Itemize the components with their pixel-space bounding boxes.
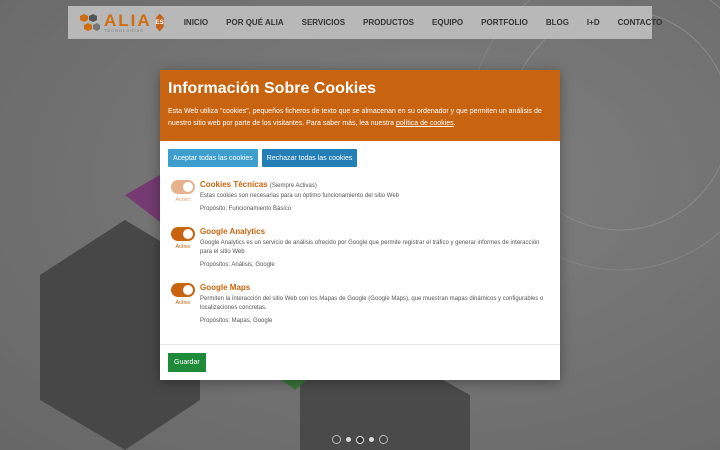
site-header: ALIA TECNOLOGÍAS ES INICIO POR QUÉ ALIA … bbox=[68, 6, 662, 39]
dialog-title: Información Sobre Cookies bbox=[168, 80, 377, 97]
brand-logo[interactable]: ALIA TECNOLOGÍAS bbox=[78, 12, 152, 34]
brand-tagline: TECNOLOGÍAS bbox=[104, 28, 144, 33]
technical-title: Cookies Técnicas bbox=[200, 180, 268, 189]
nav-blog[interactable]: BLOG bbox=[546, 18, 569, 27]
technical-cookies-toggle[interactable] bbox=[171, 180, 195, 194]
analytics-description: Google Analytics es un servicio de análi… bbox=[200, 240, 540, 255]
google-maps-toggle[interactable] bbox=[171, 283, 195, 297]
nav-contacto[interactable]: CONTACTO bbox=[618, 18, 663, 27]
analytics-purpose: Propósitos: Análisis, Google bbox=[200, 262, 275, 268]
slider-dot[interactable] bbox=[346, 437, 351, 442]
maps-description: Permiten la interacción del sitio Web co… bbox=[200, 296, 544, 311]
consent-actions: Aceptar todas las cookies Rechazar todas… bbox=[160, 141, 560, 167]
nav-productos[interactable]: PRODUCTOS bbox=[363, 18, 414, 27]
google-analytics-toggle[interactable] bbox=[171, 227, 195, 241]
nav-equipo[interactable]: EQUIPO bbox=[432, 18, 463, 27]
technical-description: Estas cookies son necesarias para un ópt… bbox=[200, 193, 399, 199]
logo-hexagons-icon bbox=[80, 13, 100, 31]
cookie-item-google-maps: Activo Google Maps Permiten la interacci… bbox=[160, 283, 560, 324]
accept-all-button[interactable]: Aceptar todas las cookies bbox=[168, 149, 258, 167]
brand-name: ALIA bbox=[104, 11, 152, 30]
cookie-item-technical: Activo Cookies Técnicas (Siempre Activas… bbox=[160, 180, 560, 212]
language-selector[interactable]: ES bbox=[155, 13, 164, 32]
dialog-description: Esta Web utiliza "cookies", pequeños fic… bbox=[168, 106, 552, 130]
nav-servicios[interactable]: SERVICIOS bbox=[302, 18, 345, 27]
description-end: . bbox=[453, 120, 456, 127]
slider-prev-arrow-icon[interactable] bbox=[332, 435, 341, 444]
maps-status: Activo bbox=[175, 300, 191, 306]
maps-title: Google Maps bbox=[200, 283, 251, 292]
cookie-consent-dialog: Información Sobre Cookies Esta Web utili… bbox=[160, 70, 560, 380]
slider-next-arrow-icon[interactable] bbox=[379, 435, 388, 444]
nav-i-d[interactable]: I+D bbox=[587, 18, 600, 27]
reject-all-button[interactable]: Rechazar todas las cookies bbox=[261, 149, 358, 167]
maps-purpose: Propósitos: Mapas, Google bbox=[200, 318, 273, 324]
analytics-status: Activo bbox=[175, 244, 191, 250]
nav-inicio[interactable]: INICIO bbox=[184, 18, 208, 27]
analytics-title: Google Analytics bbox=[200, 227, 266, 236]
dialog-divider bbox=[160, 344, 560, 345]
slider-pagination bbox=[332, 435, 388, 444]
technical-note: (Siempre Activas) bbox=[269, 183, 317, 189]
description-text: Esta Web utiliza "cookies", pequeños fic… bbox=[168, 108, 542, 127]
cookie-item-google-analytics: Activo Google Analytics Google Analytics… bbox=[160, 227, 560, 268]
dialog-header: Información Sobre Cookies Esta Web utili… bbox=[160, 70, 560, 141]
technical-status: Activo bbox=[175, 197, 191, 203]
technical-purpose: Propósito: Funcionamiento Básico bbox=[200, 206, 292, 212]
slider-dot-active[interactable] bbox=[356, 435, 364, 444]
nav-portfolio[interactable]: PORTFOLIO bbox=[481, 18, 528, 27]
cookie-policy-link[interactable]: política de cookies bbox=[396, 120, 454, 127]
main-nav: INICIO POR QUÉ ALIA SERVICIOS PRODUCTOS … bbox=[172, 18, 672, 27]
save-button[interactable]: Guardar bbox=[168, 353, 206, 372]
nav-por-que-alia[interactable]: POR QUÉ ALIA bbox=[226, 18, 283, 27]
slider-dot[interactable] bbox=[369, 437, 374, 442]
